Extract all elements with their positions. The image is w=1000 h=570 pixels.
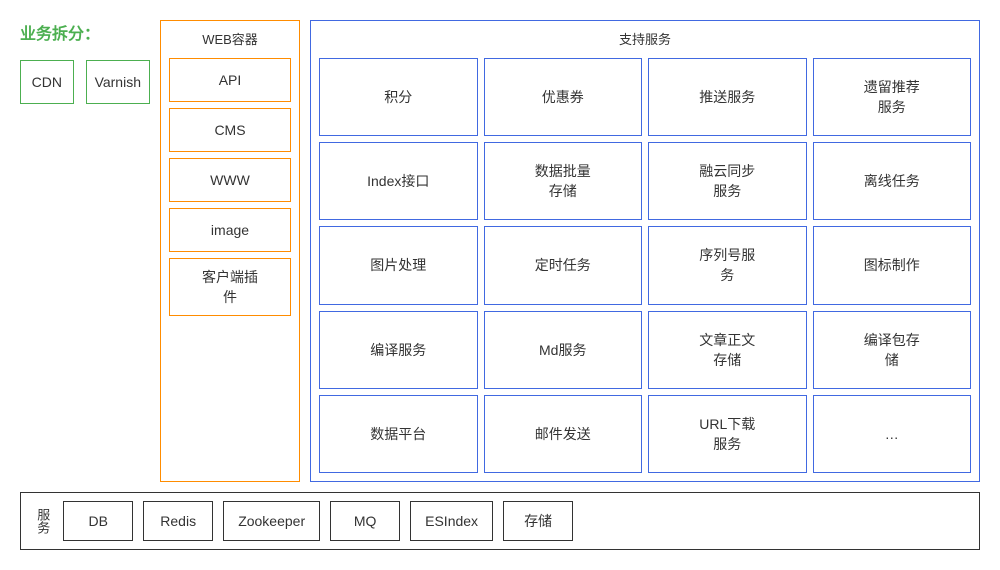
- service-offline-task: 离线任务: [813, 142, 972, 220]
- web-item-image: image: [169, 208, 291, 252]
- bottom-section: 服务 DB Redis Zookeeper MQ ESIndex 存储: [20, 492, 980, 550]
- service-compile: 编译服务: [319, 311, 478, 389]
- service-more: …: [813, 395, 972, 473]
- bottom-esindex: ESIndex: [410, 501, 493, 541]
- support-section: 支持服务 积分 优惠券 推送服务 遗留推荐服务 Index接口 数据批量存储 融…: [310, 20, 980, 482]
- web-item-api: API: [169, 58, 291, 102]
- service-batch-store: 数据批量存储: [484, 142, 643, 220]
- cdn-varnish-row: CDN Varnish: [20, 60, 150, 104]
- service-compile-store: 编译包存储: [813, 311, 972, 389]
- main-layout: 业务拆分： CDN Varnish WEB容器 API CMS WWW imag…: [20, 20, 980, 550]
- service-timer: 定时任务: [484, 226, 643, 304]
- web-container-title: WEB容器: [169, 29, 291, 48]
- left-area: 业务拆分： CDN Varnish: [20, 20, 150, 482]
- service-push: 推送服务: [648, 58, 807, 136]
- service-url-download: URL下载服务: [648, 395, 807, 473]
- support-grid: 积分 优惠券 推送服务 遗留推荐服务 Index接口 数据批量存储 融云同步服务…: [319, 58, 971, 473]
- service-img-process: 图片处理: [319, 226, 478, 304]
- service-serial-num: 序列号服务: [648, 226, 807, 304]
- service-legacy-rec: 遗留推荐服务: [813, 58, 972, 136]
- service-index: Index接口: [319, 142, 478, 220]
- service-cloud-sync: 融云同步服务: [648, 142, 807, 220]
- bottom-redis: Redis: [143, 501, 213, 541]
- bottom-db: DB: [63, 501, 133, 541]
- service-data-platform: 数据平台: [319, 395, 478, 473]
- cdn-box: CDN: [20, 60, 74, 104]
- web-item-client-plugin: 客户端插件: [169, 258, 291, 316]
- service-article-store: 文章正文存储: [648, 311, 807, 389]
- web-container-section: WEB容器 API CMS WWW image 客户端插件: [160, 20, 300, 482]
- bottom-zookeeper: Zookeeper: [223, 501, 320, 541]
- service-icon-make: 图标制作: [813, 226, 972, 304]
- web-item-www: WWW: [169, 158, 291, 202]
- support-services-title: 支持服务: [319, 29, 971, 48]
- web-item-cms: CMS: [169, 108, 291, 152]
- bottom-mq: MQ: [330, 501, 400, 541]
- bottom-storage: 存储: [503, 501, 573, 541]
- bottom-boxes: DB Redis Zookeeper MQ ESIndex 存储: [63, 501, 967, 541]
- bottom-label: 服务: [33, 508, 51, 534]
- service-jif: 积分: [319, 58, 478, 136]
- business-label: 业务拆分：: [20, 20, 150, 44]
- varnish-box: Varnish: [86, 60, 150, 104]
- service-md: Md服务: [484, 311, 643, 389]
- service-coupon: 优惠券: [484, 58, 643, 136]
- top-section: 业务拆分： CDN Varnish WEB容器 API CMS WWW imag…: [20, 20, 980, 482]
- service-mail: 邮件发送: [484, 395, 643, 473]
